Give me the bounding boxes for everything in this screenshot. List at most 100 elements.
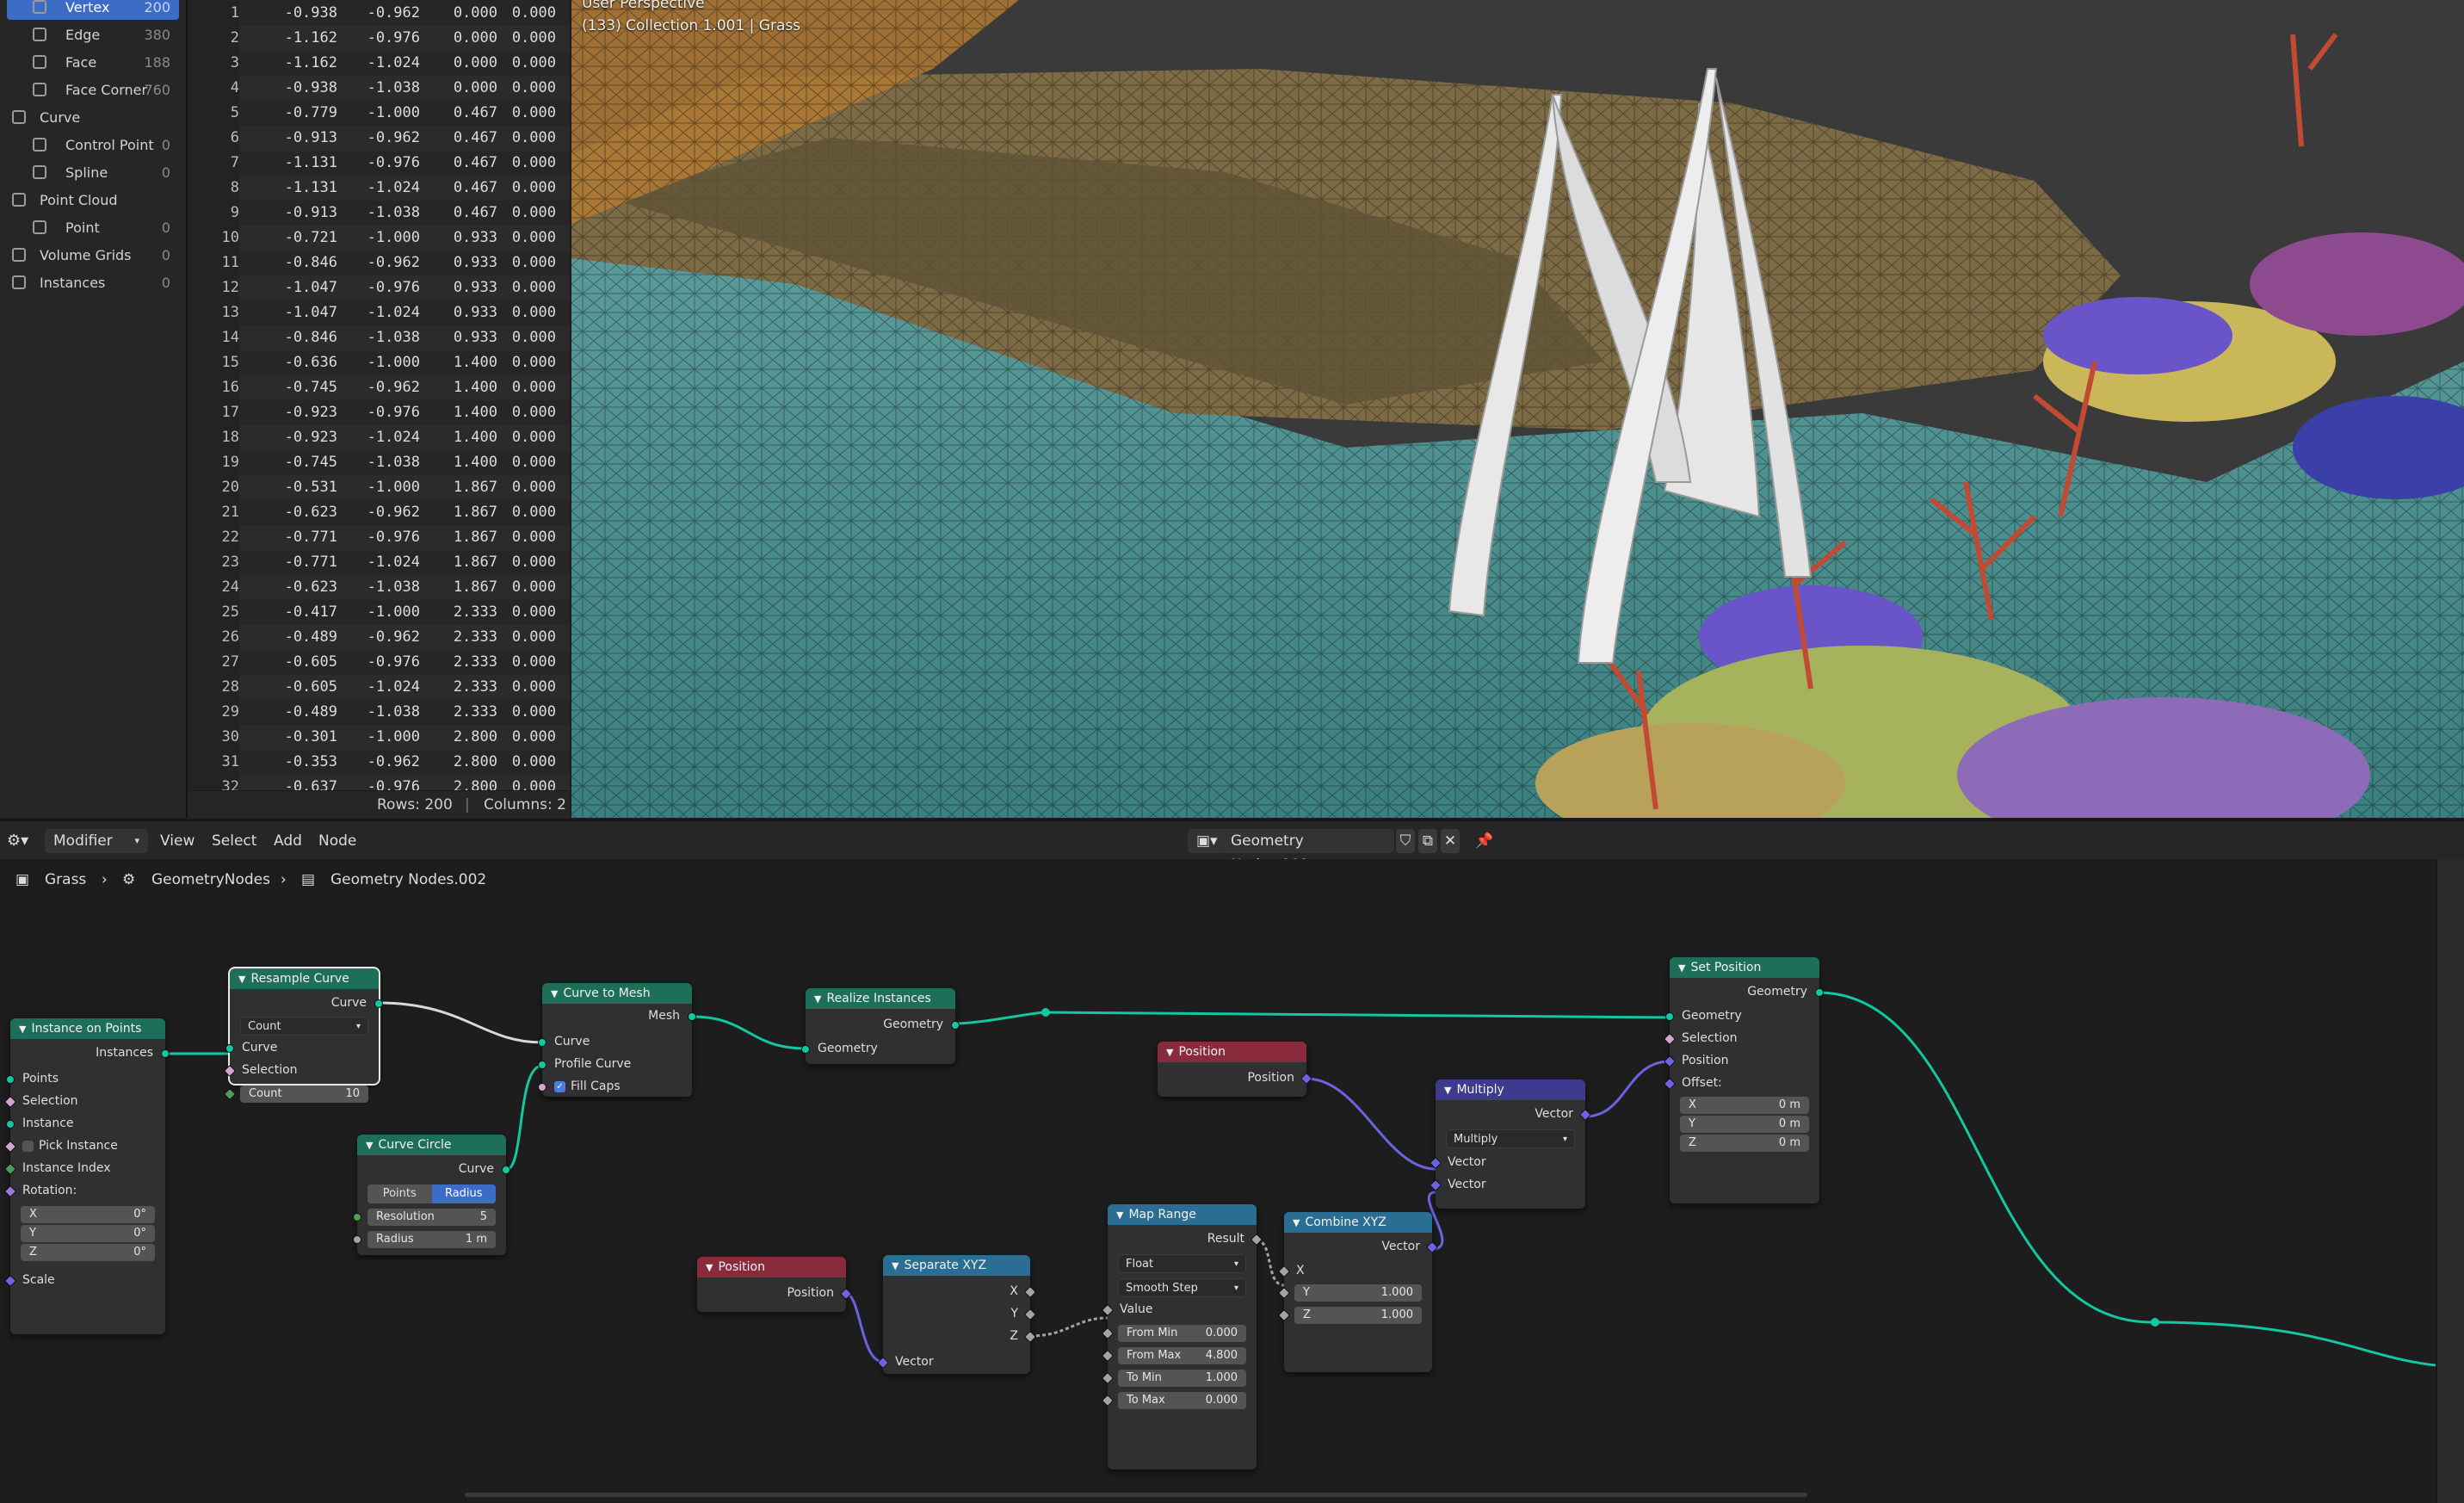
node-curve-circle[interactable]: ▼ Curve Circle Curve Points Radius Resolu… bbox=[353, 1135, 510, 1255]
socket-profile-curve-in[interactable] bbox=[538, 1061, 547, 1069]
socket-instances-out[interactable] bbox=[161, 1049, 170, 1058]
check-icon[interactable]: ✓ bbox=[554, 1080, 565, 1092]
shield-icon[interactable]: ⛉ bbox=[1396, 829, 1415, 853]
socket-geometry-out[interactable] bbox=[1815, 988, 1824, 997]
domain-item-control-point[interactable]: Control Point 0 bbox=[7, 133, 179, 158]
socket-curve-out[interactable] bbox=[502, 1166, 510, 1174]
to-max-field[interactable]: To Max 0.000 bbox=[1118, 1392, 1246, 1409]
socket-label: Mesh bbox=[648, 1009, 680, 1023]
field-label: Y bbox=[1689, 1117, 1695, 1130]
domain-item-vertex[interactable]: Vertex 200 bbox=[7, 0, 179, 20]
socket-instance-in[interactable] bbox=[6, 1120, 15, 1129]
socket-geometry-in[interactable] bbox=[801, 1045, 810, 1054]
row-index: 11 bbox=[188, 251, 239, 275]
combine-z-field[interactable]: Z 1.000 bbox=[1294, 1307, 1422, 1324]
domain-item-curve[interactable]: Curve bbox=[7, 106, 179, 130]
offset-x-field[interactable]: X 0 m bbox=[1680, 1097, 1809, 1114]
fill-caps-checkbox[interactable]: ✓ Fill Caps bbox=[554, 1079, 621, 1093]
node-editor-icon[interactable]: ⚙▾ bbox=[7, 829, 28, 853]
node-title: Curve to Mesh bbox=[563, 987, 651, 1000]
node-set-position[interactable]: ▼ Set Position Geometry Geometry Selectio… bbox=[1663, 957, 1824, 1203]
domain-item-point[interactable]: Point 0 bbox=[7, 216, 179, 240]
table-row: 21 -0.623 -0.962 1.867 0.000 bbox=[188, 500, 570, 525]
combine-y-field[interactable]: Y 1.000 bbox=[1294, 1284, 1422, 1302]
domain-item-face[interactable]: Face 188 bbox=[7, 51, 179, 75]
sidebar-n-panel-tab[interactable] bbox=[2436, 859, 2464, 1503]
table-cell: -0.962 bbox=[367, 254, 420, 271]
table-cell: -1.000 bbox=[367, 603, 420, 621]
domain-item-spline[interactable]: Spline 0 bbox=[7, 161, 179, 185]
table-cell: -0.623 bbox=[284, 504, 337, 521]
mode-points-button[interactable]: Points bbox=[367, 1184, 432, 1203]
domain-item-volume-grids[interactable]: Volume Grids 0 bbox=[7, 244, 179, 268]
horizontal-scrollbar[interactable] bbox=[465, 1493, 1807, 1497]
socket-resolution-in[interactable] bbox=[353, 1213, 361, 1222]
node-separate-xyz[interactable]: ▼ Separate XYZ X Y Z Vector bbox=[876, 1255, 1037, 1374]
node-combine-xyz[interactable]: ▼ Combine XYZ Vector X Y 1.000 Z 1.000 bbox=[1277, 1212, 1439, 1372]
resolution-field[interactable]: Resolution 5 bbox=[367, 1209, 496, 1226]
socket-mesh-out[interactable] bbox=[688, 1012, 696, 1021]
from-min-field[interactable]: From Min 0.000 bbox=[1118, 1325, 1246, 1342]
domain-item-point-cloud[interactable]: Point Cloud bbox=[7, 189, 179, 213]
curve-circle-mode-toggle[interactable]: Points Radius bbox=[367, 1184, 496, 1203]
rotation-y-field[interactable]: Y 0° bbox=[21, 1225, 155, 1242]
node-vector-multiply[interactable]: ▼ Multiply Vector Multiply ▾ Vector Vector bbox=[1429, 1079, 1592, 1209]
node-curve-to-mesh[interactable]: ▼ Curve to Mesh Mesh Curve Profile Curve … bbox=[538, 983, 696, 1097]
rotation-x-field[interactable]: X 0° bbox=[21, 1206, 155, 1223]
interpolation-dropdown[interactable]: Smooth Step ▾ bbox=[1118, 1278, 1246, 1297]
pin-icon[interactable]: 📌 bbox=[1475, 829, 1494, 853]
breadcrumb-node-tree[interactable]: Geometry Nodes.002 bbox=[330, 871, 486, 888]
breadcrumb-object[interactable]: Grass bbox=[45, 871, 86, 888]
node-instance-on-points[interactable]: ▼ Instance on Points Instances Points Sel… bbox=[3, 1018, 170, 1334]
domain-item-edge[interactable]: Edge 380 bbox=[7, 23, 179, 47]
breadcrumb-modifier[interactable]: GeometryNodes bbox=[151, 871, 270, 888]
table-cell: 0.000 bbox=[511, 703, 556, 721]
menu-add[interactable]: Add bbox=[274, 829, 302, 853]
count-field[interactable]: Count 10 bbox=[240, 1086, 368, 1103]
pick-instance-checkbox[interactable]: Pick Instance bbox=[22, 1139, 118, 1153]
field-value: 0.000 bbox=[1205, 1394, 1238, 1407]
close-icon[interactable]: ✕ bbox=[1441, 829, 1460, 853]
node-resample-curve[interactable]: ▼ Resample Curve Curve Count ▾ Curve Selec… bbox=[223, 967, 383, 1103]
offset-z-field[interactable]: Z 0 m bbox=[1680, 1135, 1809, 1152]
socket-geometry-out[interactable] bbox=[951, 1021, 960, 1030]
radius-field[interactable]: Radius 1 m bbox=[367, 1231, 496, 1248]
socket-geometry-in[interactable] bbox=[1665, 1012, 1674, 1021]
node-map-range[interactable]: ▼ Map Range Result Float ▾ Smooth Step ▾ Va… bbox=[1101, 1204, 1263, 1469]
node-realize-instances[interactable]: ▼ Realize Instances Geometry Geometry bbox=[801, 988, 960, 1064]
mode-radius-button[interactable]: Radius bbox=[431, 1184, 496, 1203]
domain-item-instances[interactable]: Instances 0 bbox=[7, 271, 179, 295]
resample-mode-dropdown[interactable]: Count ▾ bbox=[240, 1017, 368, 1036]
data-type-dropdown[interactable]: Float ▾ bbox=[1118, 1254, 1246, 1273]
rotation-z-field[interactable]: Z 0° bbox=[21, 1244, 155, 1261]
checkbox[interactable] bbox=[22, 1140, 34, 1152]
socket-points-in[interactable] bbox=[6, 1075, 15, 1084]
table-cell: 0.000 bbox=[511, 379, 556, 396]
math-operation-dropdown[interactable]: Multiply ▾ bbox=[1446, 1129, 1575, 1148]
node-canvas[interactable]: ▼ Instance on Points Instances Points Sel… bbox=[0, 900, 2436, 1503]
menu-view[interactable]: View bbox=[160, 829, 195, 853]
domain-item-face-corner[interactable]: Face Corner 760 bbox=[7, 78, 179, 102]
node-position[interactable]: ▼ Position Position bbox=[1158, 1042, 1313, 1097]
socket-label: Instance Index bbox=[22, 1161, 111, 1175]
node-tree-name[interactable]: Geometry Nodes.002 bbox=[1222, 829, 1394, 874]
mode-dropdown[interactable]: Modifier ▾ bbox=[45, 829, 148, 853]
table-cell: -0.913 bbox=[284, 129, 337, 146]
menu-node[interactable]: Node bbox=[318, 829, 356, 853]
to-min-field[interactable]: To Min 1.000 bbox=[1118, 1370, 1246, 1387]
from-max-field[interactable]: From Max 4.800 bbox=[1118, 1347, 1246, 1364]
table-cell: -0.771 bbox=[284, 554, 337, 571]
socket-curve-out[interactable] bbox=[374, 999, 383, 1008]
menu-select[interactable]: Select bbox=[212, 829, 256, 853]
table-cell: 1.867 bbox=[453, 504, 497, 521]
socket-curve-in[interactable] bbox=[225, 1044, 234, 1053]
socket-curve-in[interactable] bbox=[538, 1038, 547, 1047]
row-index: 30 bbox=[188, 725, 239, 750]
node-position[interactable]: ▼ Position Position bbox=[697, 1257, 853, 1312]
table-cell: -1.000 bbox=[367, 479, 420, 496]
duplicate-icon[interactable]: ⧉ bbox=[1418, 829, 1437, 853]
3d-viewport[interactable]: User Perspective (133) Collection 1.001 … bbox=[571, 0, 2464, 818]
socket-fill-caps-in[interactable] bbox=[538, 1083, 547, 1092]
socket-radius-in[interactable] bbox=[353, 1235, 361, 1244]
offset-y-field[interactable]: Y 0 m bbox=[1680, 1116, 1809, 1133]
